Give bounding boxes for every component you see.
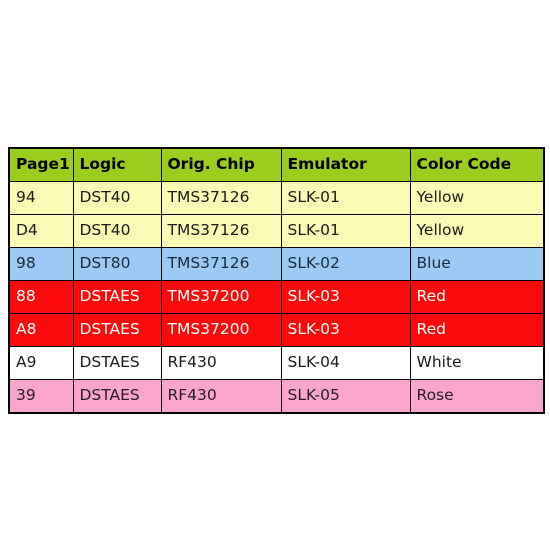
cell-emulator: SLK-03 bbox=[280, 280, 411, 314]
cell-logic: DST40 bbox=[72, 181, 162, 215]
column-header-color-code: Color Code bbox=[409, 147, 545, 182]
table-row: 88 DSTAES TMS37200 SLK-03 Red bbox=[8, 280, 545, 314]
cell-emulator: SLK-03 bbox=[280, 313, 411, 347]
cell-emulator: SLK-01 bbox=[280, 181, 411, 215]
table-row: A8 DSTAES TMS37200 SLK-03 Red bbox=[8, 313, 545, 347]
cell-emulator: SLK-01 bbox=[280, 214, 411, 248]
cell-page1: 98 bbox=[8, 247, 74, 281]
cell-color-code: Red bbox=[409, 313, 545, 347]
cell-orig-chip: RF430 bbox=[160, 379, 282, 414]
table-row: 94 DST40 TMS37126 SLK-01 Yellow bbox=[8, 181, 545, 215]
cell-emulator: SLK-05 bbox=[280, 379, 411, 414]
table-header-row: Page1 Logic Orig. Chip Emulator Color Co… bbox=[8, 147, 545, 182]
cell-logic: DST80 bbox=[72, 247, 162, 281]
table-container: Page1 Logic Orig. Chip Emulator Color Co… bbox=[8, 147, 545, 414]
column-header-page1: Page1 bbox=[8, 147, 74, 182]
cell-page1: A9 bbox=[8, 346, 74, 380]
chip-emulator-color-code-table: Page1 Logic Orig. Chip Emulator Color Co… bbox=[8, 147, 545, 414]
cell-color-code: Rose bbox=[409, 379, 545, 414]
table-header: Page1 Logic Orig. Chip Emulator Color Co… bbox=[8, 147, 545, 182]
cell-orig-chip: TMS37126 bbox=[160, 247, 282, 281]
cell-color-code: Red bbox=[409, 280, 545, 314]
cell-page1: 94 bbox=[8, 181, 74, 215]
cell-color-code: Yellow bbox=[409, 181, 545, 215]
cell-color-code: Yellow bbox=[409, 214, 545, 248]
cell-logic: DSTAES bbox=[72, 379, 162, 414]
table-row: A9 DSTAES RF430 SLK-04 White bbox=[8, 346, 545, 380]
cell-emulator: SLK-02 bbox=[280, 247, 411, 281]
column-header-logic: Logic bbox=[72, 147, 162, 182]
cell-orig-chip: TMS37200 bbox=[160, 280, 282, 314]
cell-color-code: White bbox=[409, 346, 545, 380]
cell-page1: 39 bbox=[8, 379, 74, 414]
cell-color-code: Blue bbox=[409, 247, 545, 281]
cell-page1: A8 bbox=[8, 313, 74, 347]
column-header-emulator: Emulator bbox=[280, 147, 411, 182]
cell-logic: DST40 bbox=[72, 214, 162, 248]
table-row: D4 DST40 TMS37126 SLK-01 Yellow bbox=[8, 214, 545, 248]
cell-orig-chip: RF430 bbox=[160, 346, 282, 380]
cell-orig-chip: TMS37126 bbox=[160, 181, 282, 215]
cell-logic: DSTAES bbox=[72, 313, 162, 347]
cell-page1: D4 bbox=[8, 214, 74, 248]
cell-logic: DSTAES bbox=[72, 346, 162, 380]
cell-emulator: SLK-04 bbox=[280, 346, 411, 380]
column-header-orig-chip: Orig. Chip bbox=[160, 147, 282, 182]
cell-orig-chip: TMS37126 bbox=[160, 214, 282, 248]
cell-page1: 88 bbox=[8, 280, 74, 314]
table-row: 98 DST80 TMS37126 SLK-02 Blue bbox=[8, 247, 545, 281]
cell-logic: DSTAES bbox=[72, 280, 162, 314]
cell-orig-chip: TMS37200 bbox=[160, 313, 282, 347]
table-row: 39 DSTAES RF430 SLK-05 Rose bbox=[8, 379, 545, 414]
table-body: 94 DST40 TMS37126 SLK-01 Yellow D4 DST40 TMS371… bbox=[8, 181, 545, 414]
